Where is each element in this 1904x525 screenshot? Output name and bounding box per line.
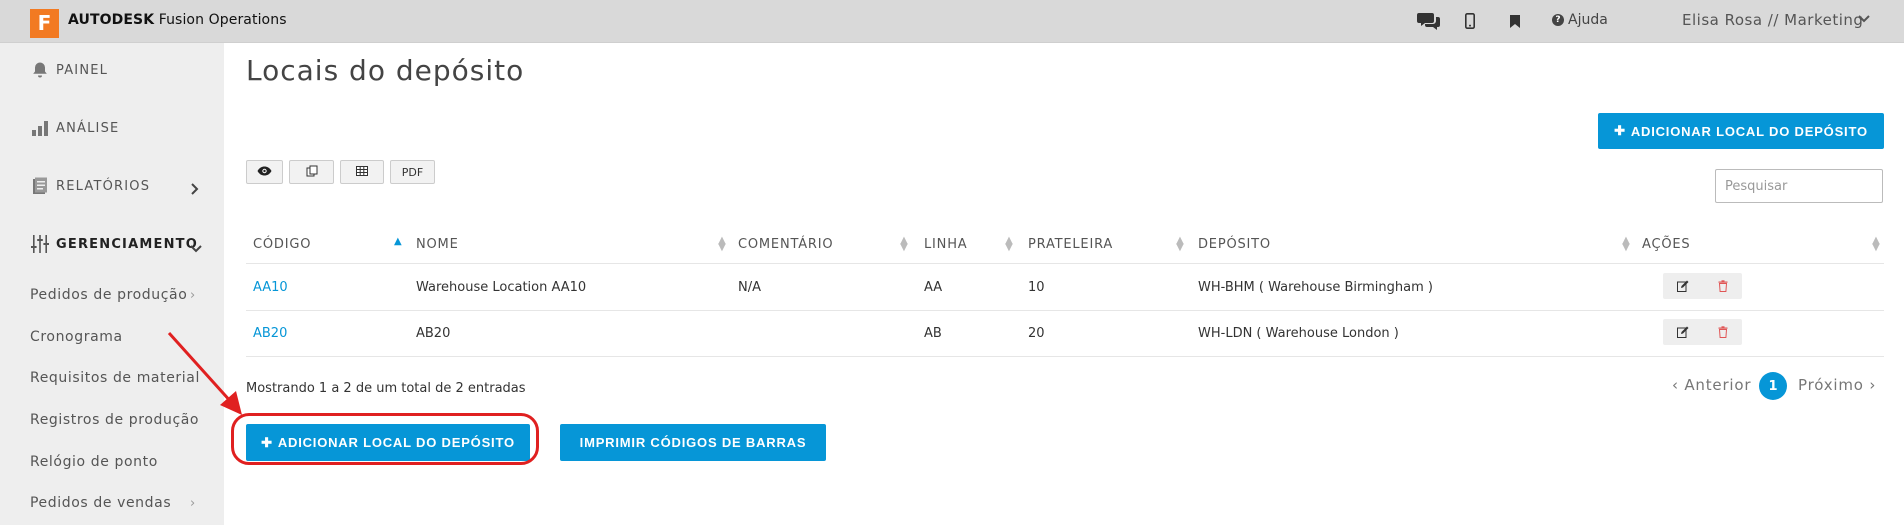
print-barcodes-button[interactable]: IMPRIMIR CÓDIGOS DE BARRAS	[560, 424, 826, 461]
row-2-name: AB20	[416, 326, 451, 341]
sort-icon[interactable]: ▲ ▼	[718, 236, 726, 253]
help-icon: ?	[1552, 14, 1564, 26]
sort-icon[interactable]: ▲ ▼	[1872, 236, 1880, 253]
sort-icon[interactable]: ▲ ▼	[900, 236, 908, 253]
sidebar-item-gerenciamento[interactable]: GERENCIAMENTO	[30, 232, 198, 256]
row-1-code-link[interactable]: AA10	[253, 280, 288, 295]
sidebar-item-label: PAINEL	[56, 62, 109, 78]
column-header-deposito[interactable]: DEPÓSITO	[1198, 237, 1271, 252]
sidebar: PAINEL ANÁLISE RELATÓRIOS GERENCIAMENTO …	[0, 43, 224, 525]
row-1-name: Warehouse Location AA10	[416, 280, 587, 295]
chevron-down-icon[interactable]	[1857, 11, 1871, 30]
pager-next-label: Próximo	[1798, 376, 1864, 394]
edit-icon[interactable]	[1663, 319, 1702, 345]
column-header-nome[interactable]: NOME	[416, 237, 459, 252]
table-icon	[356, 165, 368, 179]
bar-chart-icon	[30, 118, 50, 138]
edit-icon[interactable]	[1663, 273, 1702, 299]
chevron-left-icon: ‹	[1672, 376, 1685, 394]
report-icon	[30, 176, 50, 196]
row-2-actions	[1663, 319, 1742, 345]
trash-icon[interactable]	[1703, 319, 1742, 345]
row-1-comment: N/A	[738, 280, 761, 295]
sort-icon[interactable]: ▲ ▼	[1005, 236, 1013, 253]
sidebar-item-painel[interactable]: PAINEL	[30, 58, 108, 82]
column-header-acoes[interactable]: AÇÕES	[1642, 237, 1690, 252]
plus-icon: ✚	[1614, 123, 1626, 138]
brand-name: AUTODESK Fusion Operations	[68, 12, 287, 28]
column-header-codigo[interactable]: CÓDIGO	[253, 237, 311, 252]
sidebar-item-label: ANÁLISE	[56, 120, 120, 136]
sort-icon[interactable]: ▲ ▼	[1176, 236, 1184, 253]
eye-icon	[257, 166, 272, 179]
pager-next[interactable]: Próximo ›	[1798, 376, 1876, 394]
column-header-prateleira[interactable]: PRATELEIRA	[1028, 237, 1113, 252]
copy-icon	[306, 165, 318, 180]
row-2-line: AB	[924, 326, 942, 341]
top-bar: F AUTODESK Fusion Operations ? Ajuda Eli…	[0, 0, 1904, 43]
annotation-highlight-ring	[231, 413, 539, 465]
mobile-icon[interactable]	[1463, 9, 1477, 33]
print-barcodes-label: IMPRIMIR CÓDIGOS DE BARRAS	[579, 435, 807, 450]
pager-previous[interactable]: ‹ Anterior	[1672, 376, 1751, 394]
chat-icon[interactable]	[1416, 9, 1442, 33]
bell-icon	[30, 60, 50, 80]
excel-export-button[interactable]	[340, 160, 384, 184]
chevron-right-icon: ›	[1863, 376, 1877, 394]
table-info: Mostrando 1 a 2 de um total de 2 entrada…	[246, 381, 526, 396]
brand-bold: AUTODESK	[68, 12, 155, 28]
column-header-comentario[interactable]: COMENTÁRIO	[738, 237, 833, 252]
sidebar-item-analise[interactable]: ANÁLISE	[30, 116, 119, 140]
help-link[interactable]: ? Ajuda	[1552, 12, 1608, 28]
sidebar-subitem-relogio-ponto[interactable]: Relógio de ponto	[30, 454, 158, 470]
chevron-right-icon[interactable]: ›	[190, 288, 195, 303]
sidebar-subitem-pedidos-vendas[interactable]: Pedidos de vendas	[30, 495, 171, 511]
annotation-arrow-icon	[167, 331, 242, 415]
chevron-right-icon[interactable]: ›	[190, 496, 195, 511]
row-2-shelf: 20	[1028, 326, 1045, 341]
row-1-line: AA	[924, 280, 943, 295]
help-label: Ajuda	[1568, 12, 1608, 28]
page-title: Locais do depósito	[246, 54, 525, 87]
row-2-code-link[interactable]: AB20	[253, 326, 287, 341]
sidebar-subitem-cronograma[interactable]: Cronograma	[30, 329, 123, 345]
copy-button[interactable]	[289, 160, 334, 184]
trash-icon[interactable]	[1703, 273, 1742, 299]
add-location-button-top[interactable]: ✚ ADICIONAR LOCAL DO DEPÓSITO	[1598, 113, 1884, 149]
table-row-divider	[246, 310, 1884, 311]
pager-previous-label: Anterior	[1684, 376, 1752, 394]
sidebar-item-label: GERENCIAMENTO	[56, 236, 198, 252]
table-header-divider	[246, 263, 1884, 264]
column-visibility-button[interactable]	[246, 160, 283, 184]
sliders-icon	[30, 234, 50, 254]
search-input[interactable]	[1715, 169, 1883, 203]
add-location-label: ADICIONAR LOCAL DO DEPÓSITO	[1630, 123, 1868, 139]
row-1-actions	[1663, 273, 1742, 299]
sidebar-subitem-pedidos-producao[interactable]: Pedidos de produção	[30, 287, 187, 303]
row-1-shelf: 10	[1028, 280, 1045, 295]
bookmark-icon[interactable]	[1508, 9, 1522, 33]
row-2-warehouse: WH-LDN ( Warehouse London )	[1198, 326, 1399, 341]
user-menu[interactable]: Elisa Rosa // Marketing	[1682, 11, 1863, 29]
fusion-logo[interactable]: F	[30, 9, 59, 38]
pdf-export-button[interactable]: PDF	[390, 160, 435, 184]
sidebar-item-relatorios[interactable]: RELATÓRIOS	[30, 174, 150, 198]
chevron-right-icon[interactable]	[190, 180, 200, 199]
brand-rest: Fusion Operations	[154, 12, 287, 28]
row-1-warehouse: WH-BHM ( Warehouse Birmingham )	[1198, 280, 1433, 295]
chevron-down-icon[interactable]	[190, 239, 202, 258]
table-bottom-divider	[246, 356, 1884, 357]
column-header-linha[interactable]: LINHA	[924, 237, 967, 252]
sort-icon[interactable]: ▲ ▼	[1622, 236, 1630, 253]
sort-asc-icon[interactable]: ▲	[394, 236, 402, 247]
sidebar-item-label: RELATÓRIOS	[56, 178, 151, 194]
pager-current-page[interactable]: 1	[1759, 372, 1787, 400]
